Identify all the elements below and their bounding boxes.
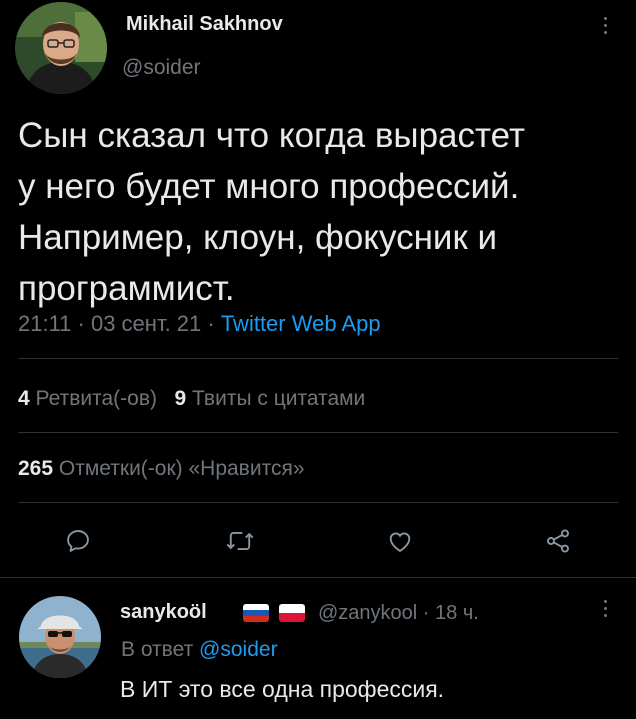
- retweets-link[interactable]: 4 Ретвита(-ов): [18, 387, 157, 410]
- reply-avatar-image: [19, 596, 101, 678]
- tweet-source[interactable]: Twitter Web App: [221, 311, 381, 336]
- like-stats[interactable]: 265 Отметки(-ок) «Нравится»: [18, 457, 305, 481]
- author-handle[interactable]: @soider: [122, 56, 201, 80]
- reply-to-prefix: В ответ: [121, 638, 200, 661]
- reply-to-mention[interactable]: @soider: [199, 638, 278, 661]
- retweets-count: 4: [18, 387, 30, 410]
- tweet-text: Сын сказал что когда вырастет у него буд…: [18, 110, 618, 314]
- quotes-link[interactable]: 9 Твиты с цитатами: [175, 387, 366, 410]
- tweet-timestamp[interactable]: 21:11 · 03 сент. 21 ·: [18, 311, 221, 336]
- retweet-button[interactable]: [222, 523, 258, 559]
- reply-handle-time[interactable]: @zanykool · 18 ч.: [318, 602, 479, 625]
- likes-label: Отметки(-ок) «Нравится»: [58, 457, 305, 480]
- quotes-count: 9: [174, 387, 187, 410]
- divider: [18, 502, 618, 503]
- reply-author-name[interactable]: sanykoöl: [120, 601, 207, 624]
- tweet-text-line: программист.: [18, 269, 235, 308]
- poland-flag-icon: [279, 604, 305, 622]
- tweet-meta: 21:11 · 03 сент. 21 · Twitter Web App: [18, 311, 381, 337]
- like-button[interactable]: [382, 523, 418, 559]
- quotes-label: Твиты с цитатами: [192, 387, 366, 410]
- author-avatar-image: [15, 2, 107, 94]
- share-icon: [547, 529, 569, 553]
- more-options-icon[interactable]: [599, 17, 611, 34]
- reply-icon: [67, 530, 89, 552]
- reply-avatar[interactable]: [19, 596, 101, 678]
- divider: [18, 432, 618, 433]
- retweets-label: Ретвита(-ов): [35, 387, 157, 410]
- tweet-text-line: у него будет много профессий.: [18, 167, 520, 206]
- like-icon: [389, 532, 411, 552]
- russia-flag-icon: [243, 604, 269, 622]
- reply-to-line: В ответ @soider: [121, 638, 278, 662]
- author-avatar[interactable]: [15, 2, 107, 94]
- tweet-text-line: Например, клоун, фокусник и: [18, 218, 498, 257]
- divider: [18, 358, 618, 359]
- tweet-text-line: Сын сказал что когда вырастет: [18, 116, 525, 155]
- share-button[interactable]: [540, 523, 576, 559]
- divider: [0, 577, 636, 578]
- author-name[interactable]: Mikhail Sakhnov: [126, 13, 283, 36]
- reply-text: В ИТ это все одна профессия.: [120, 676, 445, 702]
- reply-more-options-icon[interactable]: [599, 600, 611, 617]
- retweet-stats: 4 Ретвита(-ов) 9 Твиты с цитатами: [18, 387, 365, 411]
- likes-count: 265: [18, 457, 54, 480]
- reply-button[interactable]: [60, 523, 96, 559]
- retweet-icon: [226, 532, 254, 550]
